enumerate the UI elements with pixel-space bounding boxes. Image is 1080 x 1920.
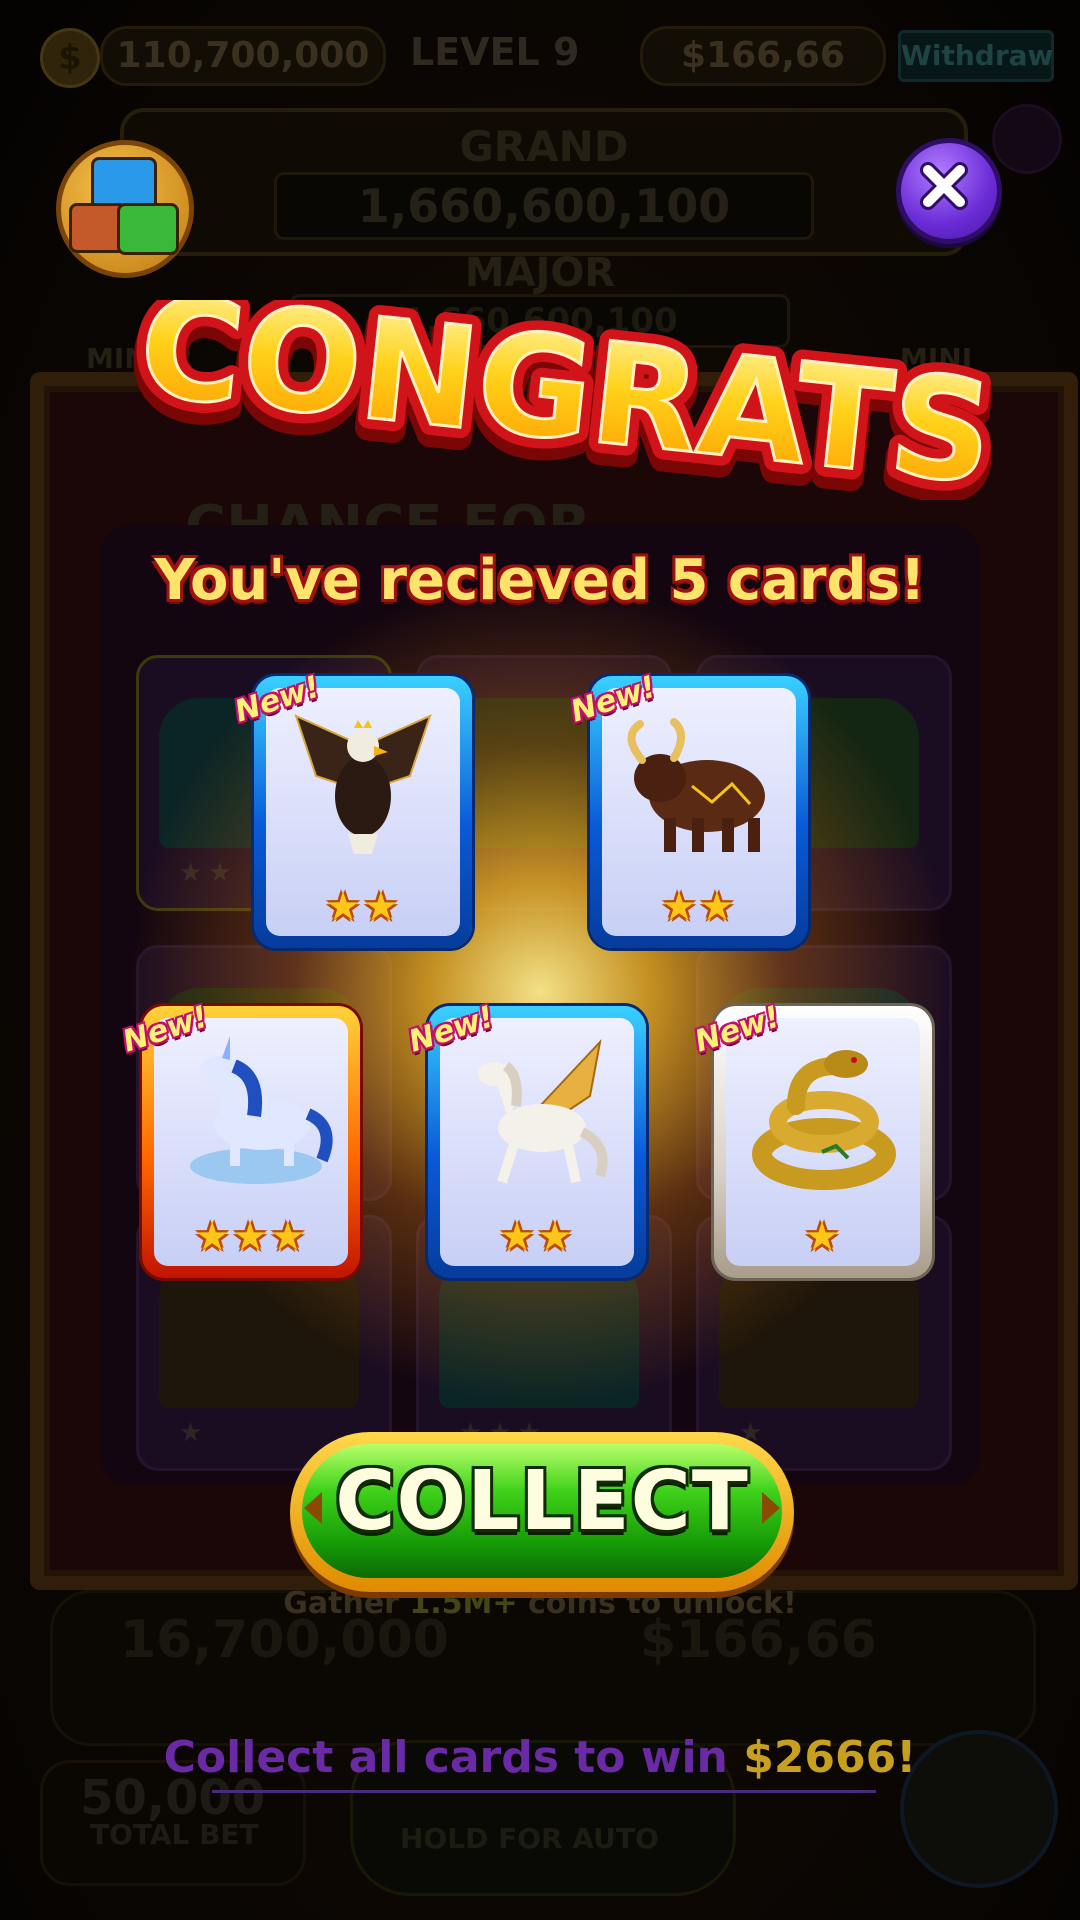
card-stars: ★★★ [194, 1214, 308, 1260]
close-icon [920, 162, 968, 210]
collect-label: COLLECT [335, 1454, 749, 1549]
card-bull[interactable]: ★★ New! [567, 669, 808, 948]
card-stars: ★★ [325, 884, 401, 930]
bull-icon [627, 718, 765, 852]
collect-all-prize: $2666! [743, 1732, 917, 1783]
svg-text:CONGRATS: CONGRATS [132, 300, 1000, 500]
card-stars: ★★ [661, 884, 737, 930]
congrats-title: CONGRATS CONGRATS CONGRATS [118, 300, 1012, 500]
close-button[interactable] [896, 138, 1002, 244]
unicorn-icon [190, 1036, 333, 1184]
card-snake[interactable]: ★ New! [691, 999, 932, 1278]
card-pegasus[interactable]: ★★ New! [405, 999, 646, 1278]
snake-icon [752, 1050, 896, 1190]
card-stars: ★★ [499, 1214, 575, 1260]
pegasus-icon [478, 1038, 608, 1184]
collect-button[interactable]: COLLECT [290, 1432, 794, 1592]
card-eagle[interactable]: ★★ New! [231, 669, 472, 948]
collect-all-text: Collect all cards to win [163, 1732, 744, 1783]
treasure-chests-icon[interactable] [56, 140, 194, 278]
card-stars: ★ [804, 1214, 842, 1260]
card-unicorn[interactable]: ★★★ New! [119, 999, 360, 1278]
underline [212, 1790, 876, 1793]
collect-all-cards-link[interactable]: Collect all cards to win $2666! [0, 1732, 1080, 1793]
cards-received-subtitle: You've recieved 5 cards! [154, 548, 926, 613]
eagle-icon [294, 714, 432, 854]
